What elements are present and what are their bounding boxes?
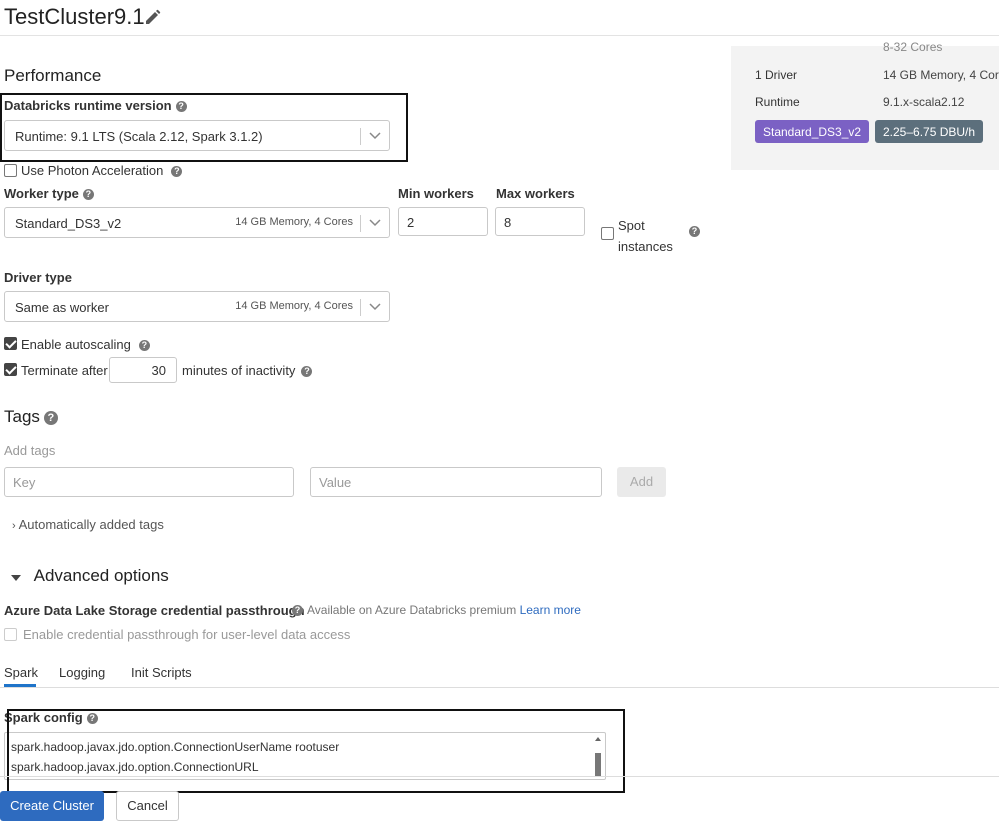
- chevron-down-icon: [369, 219, 381, 227]
- driver-type-label: Driver type: [4, 270, 72, 285]
- active-tab-indicator: [4, 684, 36, 687]
- max-workers-label: Max workers: [496, 186, 575, 201]
- driver-type-select[interactable]: Same as worker 14 GB Memory, 4 Cores: [4, 291, 390, 322]
- runtime-select[interactable]: Runtime: 9.1 LTS (Scala 2.12, Spark 3.1.…: [4, 120, 390, 151]
- terminate-suffix-text: minutes of inactivity: [182, 363, 296, 378]
- photon-checkbox[interactable]: [4, 164, 17, 177]
- worker-type-label: Worker type?: [4, 186, 94, 201]
- autoscaling-checkbox[interactable]: [4, 337, 17, 350]
- runtime-label-text: Databricks runtime version: [4, 98, 172, 113]
- photon-label-text: Use Photon Acceleration: [21, 163, 164, 178]
- help-icon[interactable]: ?: [43, 410, 58, 425]
- min-workers-input[interactable]: 2: [398, 207, 488, 236]
- worker-type-select[interactable]: Standard_DS3_v2 14 GB Memory, 4 Cores: [4, 207, 390, 238]
- cluster-summary-panel: 8-32 Cores 1 Driver 14 GB Memory, 4 Core…: [731, 40, 999, 170]
- terminate-minutes-input[interactable]: 30: [109, 357, 177, 383]
- chevron-down-icon: [369, 303, 381, 311]
- help-icon[interactable]: ?: [301, 366, 313, 378]
- help-icon[interactable]: ?: [689, 226, 700, 237]
- select-separator: [360, 128, 361, 145]
- chevron-right-icon: ›: [12, 520, 16, 532]
- create-cluster-button[interactable]: Create Cluster: [0, 791, 104, 821]
- adls-note-text: Available on Azure Databricks premium: [307, 603, 517, 617]
- worker-type-label-text: Worker type: [4, 186, 79, 201]
- help-icon[interactable]: ?: [171, 166, 183, 178]
- select-separator: [360, 299, 361, 316]
- worker-type-meta: 14 GB Memory, 4 Cores: [235, 216, 353, 228]
- footer-divider: [0, 776, 999, 777]
- node-type-badge: Standard_DS3_v2: [755, 120, 870, 143]
- auto-tags-label: Automatically added tags: [18, 517, 164, 532]
- auto-tags-toggle[interactable]: › Automatically added tags: [12, 517, 164, 532]
- tags-heading-text: Tags: [4, 407, 40, 426]
- help-icon[interactable]: ?: [292, 605, 303, 617]
- pencil-icon[interactable]: [144, 8, 162, 26]
- tag-value-input[interactable]: Value: [310, 467, 602, 497]
- runtime-label: Databricks runtime version?: [4, 98, 187, 113]
- spot-instances-label: Spot instances: [618, 215, 673, 257]
- autoscaling-label: Enable autoscaling?: [21, 337, 150, 352]
- photon-label: Use Photon Acceleration?: [21, 163, 183, 178]
- summary-cores: 8-32 Cores: [883, 40, 943, 54]
- tab-spark[interactable]: Spark: [4, 665, 38, 680]
- runtime-select-value: Runtime: 9.1 LTS (Scala 2.12, Spark 3.1.…: [15, 129, 263, 144]
- terminate-suffix: minutes of inactivity?: [182, 363, 313, 378]
- spot-label-line2: instances: [618, 239, 673, 254]
- adls-label: Azure Data Lake Storage credential passt…: [4, 603, 305, 618]
- adls-note: ? Available on Azure Databricks premium L…: [292, 603, 581, 617]
- highlight-spark-config-box: [7, 709, 625, 793]
- select-separator: [360, 215, 361, 232]
- advanced-options-toggle[interactable]: Advanced options: [10, 566, 169, 586]
- add-tag-button[interactable]: Add: [617, 467, 666, 497]
- help-icon[interactable]: ?: [138, 340, 150, 352]
- summary-runtime-value: 9.1.x-scala2.12: [883, 95, 965, 109]
- tab-logging[interactable]: Logging: [59, 665, 105, 680]
- terminate-checkbox[interactable]: [4, 363, 17, 376]
- passthrough-checkbox[interactable]: [4, 628, 17, 641]
- summary-runtime-label: Runtime: [755, 95, 800, 109]
- add-tags-label: Add tags: [4, 443, 56, 458]
- tab-init-scripts[interactable]: Init Scripts: [131, 665, 192, 680]
- dbu-badge: 2.25–6.75 DBU/h: [875, 120, 984, 143]
- max-workers-input[interactable]: 8: [495, 207, 585, 236]
- passthrough-label: Enable credential passthrough for user-l…: [23, 627, 351, 642]
- header-divider: [0, 35, 999, 36]
- spot-instances-checkbox[interactable]: [601, 227, 614, 240]
- tabs-divider: [0, 687, 999, 688]
- autoscaling-label-text: Enable autoscaling: [21, 337, 131, 352]
- summary-driver-value: 14 GB Memory, 4 Cores: [883, 68, 999, 82]
- spot-label-line1: Spot: [618, 218, 645, 233]
- performance-heading: Performance: [4, 66, 102, 85]
- tags-heading: Tags?: [4, 407, 58, 427]
- tag-key-input[interactable]: Key: [4, 467, 294, 497]
- learn-more-link[interactable]: Learn more: [520, 603, 581, 617]
- help-icon[interactable]: ?: [175, 101, 187, 113]
- summary-driver-label: 1 Driver: [755, 68, 798, 82]
- advanced-options-heading: Advanced options: [33, 566, 169, 585]
- cancel-button[interactable]: Cancel: [116, 791, 179, 821]
- worker-type-value: Standard_DS3_v2: [15, 216, 122, 231]
- caret-down-icon: [11, 574, 21, 581]
- driver-type-meta: 14 GB Memory, 4 Cores: [235, 300, 353, 312]
- page-title: TestCluster9.1: [4, 4, 145, 29]
- help-icon[interactable]: ?: [82, 189, 94, 201]
- min-workers-label: Min workers: [398, 186, 474, 201]
- driver-type-value: Same as worker: [15, 300, 109, 315]
- chevron-down-icon: [369, 132, 381, 140]
- terminate-prefix: Terminate after: [21, 363, 108, 378]
